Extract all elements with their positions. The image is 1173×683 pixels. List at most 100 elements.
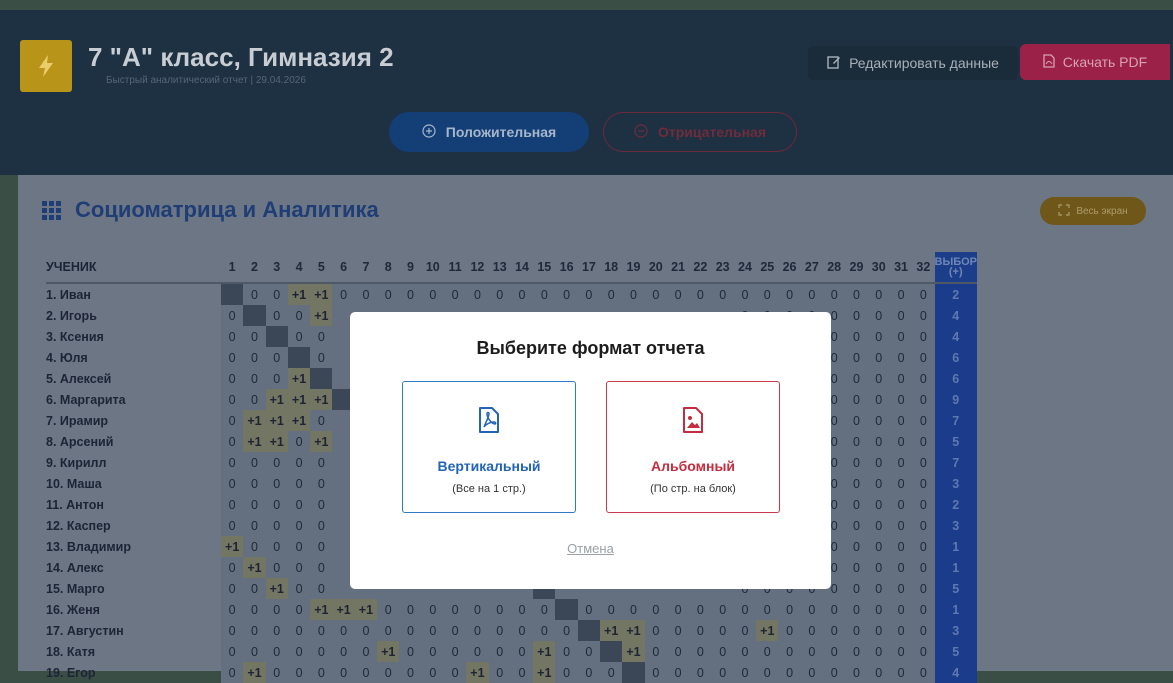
student-name: 2. Игорь xyxy=(46,308,97,323)
column-header: 24 xyxy=(733,252,757,284)
matrix-cell: 0 xyxy=(265,599,288,620)
column-header: 20 xyxy=(644,252,667,284)
matrix-cell: 0 xyxy=(867,368,890,389)
matrix-cell: 0 xyxy=(845,389,868,410)
column-header: 13 xyxy=(488,252,511,284)
matrix-cell: 0 xyxy=(711,599,734,620)
matrix-cell: 0 xyxy=(243,389,266,410)
cancel-link[interactable]: Отмена xyxy=(350,541,831,556)
matrix-cell: +1 xyxy=(287,410,311,431)
matrix-cell: 0 xyxy=(912,431,935,452)
matrix-cell: 0 xyxy=(867,452,890,473)
download-pdf-button[interactable]: Скачать PDF xyxy=(1020,44,1170,80)
matrix-cell: 0 xyxy=(756,283,779,305)
matrix-cell: 0 xyxy=(221,473,244,494)
matrix-cell: 0 xyxy=(310,410,333,431)
choices-count: 5 xyxy=(934,641,978,662)
matrix-cell: 0 xyxy=(867,641,890,662)
matrix-cell: 0 xyxy=(332,283,355,305)
choices-column-header: ВЫБОР (+) xyxy=(934,252,978,284)
matrix-cell: 0 xyxy=(221,347,244,368)
matrix-cell: 0 xyxy=(310,326,333,347)
choices-count: 3 xyxy=(934,473,978,494)
matrix-cell: +1 xyxy=(265,410,288,431)
matrix-cell: 0 xyxy=(867,578,890,599)
matrix-cell: 0 xyxy=(488,662,511,683)
choices-count: 6 xyxy=(934,347,978,368)
fullscreen-button[interactable]: Весь экран xyxy=(1040,197,1146,225)
matrix-cell: 0 xyxy=(310,515,333,536)
matrix-cell: 0 xyxy=(867,305,890,326)
matrix-cell: 0 xyxy=(265,347,288,368)
matrix-cell: 0 xyxy=(622,283,645,305)
card-title-text: Социоматрица и Аналитика xyxy=(75,197,379,222)
matrix-cell: 0 xyxy=(577,641,601,662)
matrix-cell: 0 xyxy=(845,368,868,389)
matrix-cell: 0 xyxy=(265,452,288,473)
choices-count: 4 xyxy=(934,662,978,683)
vertical-format-option[interactable]: Вертикальный (Все на 1 стр.) xyxy=(402,381,576,513)
column-header: 4 xyxy=(287,252,311,284)
matrix-cell: 0 xyxy=(912,662,935,683)
matrix-cell: 0 xyxy=(733,599,757,620)
column-header: 19 xyxy=(622,252,645,284)
column-header: 16 xyxy=(555,252,578,284)
matrix-cell: +1 xyxy=(287,389,311,410)
matrix-cell: 0 xyxy=(889,494,913,515)
matrix-cell: 0 xyxy=(845,494,868,515)
modal-title: Выберите формат отчета xyxy=(476,338,705,358)
matrix-cell: 0 xyxy=(912,283,935,305)
matrix-cell: 0 xyxy=(221,368,244,389)
matrix-cell: 0 xyxy=(377,283,400,305)
matrix-cell: 0 xyxy=(845,620,868,641)
matrix-cell: 0 xyxy=(889,599,913,620)
matrix-cell: 0 xyxy=(510,283,534,305)
matrix-cell: 0 xyxy=(666,599,690,620)
matrix-cell: 0 xyxy=(689,662,712,683)
column-header: 5 xyxy=(310,252,333,284)
tab-positive-label: Положительная xyxy=(445,124,557,140)
column-header: 2 xyxy=(243,252,266,284)
page-header xyxy=(0,10,1173,175)
matrix-cell: 0 xyxy=(287,515,311,536)
card-title: Социоматрица и Аналитика xyxy=(42,197,379,223)
tab-positive[interactable]: Положительная xyxy=(389,112,589,152)
matrix-cell: 0 xyxy=(778,283,801,305)
choices-count: 6 xyxy=(934,368,978,389)
column-header: 7 xyxy=(354,252,378,284)
tab-negative[interactable]: Отрицательная xyxy=(603,112,797,152)
matrix-cell: 0 xyxy=(243,494,266,515)
matrix-cell: +1 xyxy=(354,599,378,620)
matrix-cell: 0 xyxy=(912,536,935,557)
edit-icon xyxy=(827,55,841,72)
matrix-cell: 0 xyxy=(800,283,824,305)
matrix-cell: 0 xyxy=(912,305,935,326)
matrix-cell: 0 xyxy=(488,641,511,662)
matrix-cell: +1 xyxy=(622,641,645,662)
matrix-cell: 0 xyxy=(399,662,422,683)
matrix-cell: 0 xyxy=(889,410,913,431)
matrix-cell: +1 xyxy=(332,599,355,620)
column-header: 22 xyxy=(689,252,712,284)
matrix-cell: 0 xyxy=(243,368,266,389)
matrix-cell: 0 xyxy=(221,620,244,641)
matrix-cell: 0 xyxy=(778,599,801,620)
matrix-cell: 0 xyxy=(533,599,556,620)
matrix-cell: 0 xyxy=(622,599,645,620)
download-pdf-label: Скачать PDF xyxy=(1062,54,1148,70)
matrix-cell: 0 xyxy=(354,641,378,662)
student-name: 7. Ирамир xyxy=(46,413,109,428)
matrix-cell: 0 xyxy=(377,599,400,620)
matrix-cell: 0 xyxy=(823,620,846,641)
landscape-format-option[interactable]: Альбомный (По стр. на блок) xyxy=(606,381,780,513)
matrix-cell: 0 xyxy=(912,368,935,389)
matrix-cell: 0 xyxy=(823,662,846,683)
edit-data-button[interactable]: Редактировать данные xyxy=(808,46,1018,80)
matrix-cell: 0 xyxy=(912,515,935,536)
matrix-cell: 0 xyxy=(510,620,534,641)
minus-circle-icon xyxy=(634,123,648,141)
matrix-cell: 0 xyxy=(889,452,913,473)
matrix-cell: 0 xyxy=(912,410,935,431)
matrix-cell: 0 xyxy=(889,305,913,326)
matrix-cell: 0 xyxy=(889,389,913,410)
